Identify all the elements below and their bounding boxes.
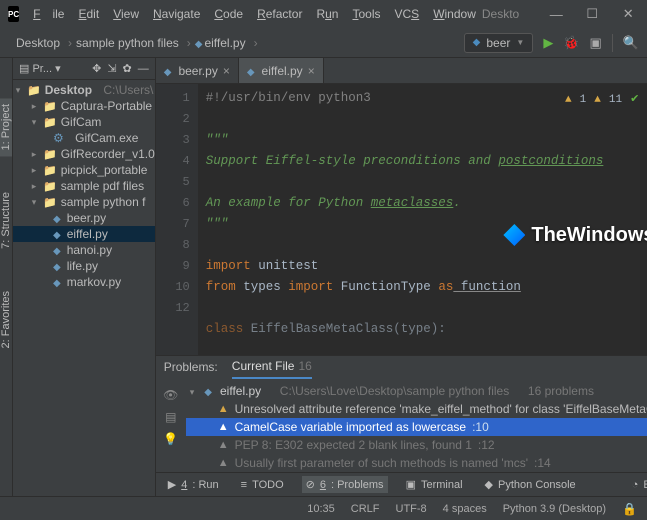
tree-folder[interactable]: sample python f bbox=[61, 195, 146, 209]
tool-problems[interactable]: ⊘ 6: Problems bbox=[302, 476, 388, 493]
tree-folder[interactable]: sample pdf files bbox=[61, 179, 144, 193]
problem-row[interactable]: ▲CamelCase variable imported as lowercas… bbox=[186, 418, 647, 436]
file-encoding[interactable]: UTF-8 bbox=[396, 503, 427, 515]
inspections-widget[interactable]: ▲1 ▲11 ✔4 ⌃ ⌄ bbox=[561, 88, 647, 113]
project-tree[interactable]: ▾Desktop C:\Users\ ▸Captura-Portable ▾Gi… bbox=[13, 80, 155, 496]
eye-icon[interactable]: 👁 bbox=[163, 388, 178, 402]
tool-window-project[interactable]: 1: Project bbox=[0, 98, 12, 156]
tree-folder[interactable]: GifRecorder_v1.0 bbox=[61, 147, 155, 161]
menu-vcs[interactable]: VCS bbox=[389, 4, 426, 24]
run-button[interactable]: ▶ bbox=[543, 35, 553, 51]
close-button[interactable]: ✕ bbox=[615, 6, 641, 22]
tree-folder[interactable]: picpick_portable bbox=[61, 163, 148, 177]
menu-code[interactable]: Code bbox=[208, 4, 249, 24]
chevron-down-icon: ▼ bbox=[516, 38, 524, 47]
tool-todo[interactable]: ≡ TODO bbox=[237, 477, 288, 493]
caret-position[interactable]: 10:35 bbox=[307, 503, 335, 515]
problems-list[interactable]: eiffel.py C:\Users\Love\Desktop\sample p… bbox=[186, 382, 647, 472]
tree-file[interactable]: eiffel.py bbox=[67, 227, 108, 241]
problem-row[interactable]: ▲PEP 8: E302 expected 2 blank lines, fou… bbox=[186, 436, 647, 454]
project-toolbar: ▤ Pr... ▾ ✥ ⇲ ✿ — bbox=[13, 58, 155, 80]
menu-window[interactable]: Window bbox=[427, 4, 482, 24]
main-menu: File Edit View Navigate Code Refactor Ru… bbox=[27, 4, 482, 24]
editor-tab[interactable]: beer.py× bbox=[156, 58, 239, 83]
gear-icon[interactable]: ✿ bbox=[123, 62, 132, 75]
app-logo-icon: PC bbox=[8, 6, 19, 22]
watermark: TheWindowsClub bbox=[503, 224, 647, 246]
status-bar: 10:35 CRLF UTF-8 4 spaces Python 3.9 (De… bbox=[0, 496, 647, 520]
close-icon[interactable]: × bbox=[223, 64, 230, 78]
editor-body[interactable]: 1234567891012 #!/usr/bin/env python3 """… bbox=[156, 84, 647, 355]
tab-current-file[interactable]: Current File16 bbox=[232, 359, 312, 379]
tab-project-errors[interactable]: Problems: bbox=[164, 360, 218, 378]
tool-event-log[interactable]: ◔ Event Log bbox=[628, 477, 647, 493]
run-configuration-selector[interactable]: ◆ beer ▼ bbox=[464, 33, 534, 53]
main-area: 1: Project 7: Structure 2: Favorites ▤ P… bbox=[0, 58, 647, 496]
bottom-tool-stripe: ▶ 4: Run ≡ TODO ⊘ 6: Problems ▣ Terminal… bbox=[156, 472, 647, 496]
maximize-button[interactable]: ☐ bbox=[579, 6, 605, 22]
tree-file[interactable]: markov.py bbox=[67, 275, 121, 289]
debug-button[interactable]: 🐞 bbox=[563, 35, 579, 51]
window-title: Deskto bbox=[482, 7, 519, 21]
left-tool-stripe: 1: Project 7: Structure 2: Favorites bbox=[0, 58, 13, 496]
hide-icon[interactable]: — bbox=[138, 63, 149, 75]
separator bbox=[612, 34, 613, 52]
problem-row[interactable]: ▲Usually first parameter of such methods… bbox=[186, 454, 647, 472]
error-icon: ▲ bbox=[565, 90, 572, 111]
tree-file[interactable]: hanoi.py bbox=[67, 243, 112, 257]
indent-settings[interactable]: 4 spaces bbox=[443, 503, 487, 515]
locate-icon[interactable]: ✥ bbox=[92, 62, 101, 75]
line-separator[interactable]: CRLF bbox=[351, 503, 380, 515]
check-icon: ✔ bbox=[630, 90, 639, 111]
tool-terminal[interactable]: ▣ Terminal bbox=[402, 476, 467, 493]
editor-area: beer.py× eiffel.py× 1234567891012 #!/usr… bbox=[156, 58, 647, 496]
problems-tabs: Problems: Current File16 ⚙ — bbox=[156, 356, 647, 382]
tool-window-favorites[interactable]: 2: Favorites bbox=[0, 285, 12, 354]
menu-navigate[interactable]: Navigate bbox=[147, 4, 206, 24]
python-icon: ◆ bbox=[473, 37, 481, 48]
tree-file[interactable]: GifCam.exe bbox=[75, 131, 138, 145]
project-panel: ▤ Pr... ▾ ✥ ⇲ ✿ — ▾Desktop C:\Users\ ▸Ca… bbox=[13, 58, 156, 496]
titlebar: PC File Edit View Navigate Code Refactor… bbox=[0, 0, 647, 28]
watermark-logo-icon bbox=[503, 224, 525, 246]
lock-icon[interactable]: 🔒 bbox=[622, 502, 637, 516]
tree-root[interactable]: Desktop bbox=[45, 83, 92, 97]
run-config-name: beer bbox=[486, 36, 510, 50]
tree-file[interactable]: life.py bbox=[67, 259, 98, 273]
minimize-button[interactable]: ― bbox=[543, 7, 569, 22]
tool-window-structure[interactable]: 7: Structure bbox=[0, 186, 12, 255]
tool-python-console[interactable]: ◆ Python Console bbox=[481, 476, 580, 493]
editor-tabs: beer.py× eiffel.py× bbox=[156, 58, 647, 84]
menu-run[interactable]: Run bbox=[310, 4, 344, 24]
tree-folder[interactable]: GifCam bbox=[61, 115, 102, 129]
project-view-selector[interactable]: ▤ Pr... ▾ bbox=[19, 62, 61, 75]
breadcrumb[interactable]: Desktop bbox=[8, 33, 68, 53]
editor-tab[interactable]: eiffel.py× bbox=[239, 58, 324, 83]
bulb-icon[interactable]: 💡 bbox=[163, 432, 178, 446]
tool-run[interactable]: ▶ 4: Run bbox=[164, 476, 223, 493]
breadcrumb[interactable]: sample python files bbox=[68, 33, 187, 53]
tree-file[interactable]: beer.py bbox=[67, 211, 106, 225]
gutter: 1234567891012 bbox=[156, 84, 198, 355]
menu-refactor[interactable]: Refactor bbox=[251, 4, 308, 24]
code-area[interactable]: #!/usr/bin/env python3 """ Support Eiffe… bbox=[198, 84, 647, 355]
menu-tools[interactable]: Tools bbox=[346, 4, 386, 24]
navigation-bar: Desktop sample python files eiffel.py ◆ … bbox=[0, 28, 647, 58]
breadcrumb[interactable]: eiffel.py bbox=[187, 33, 254, 53]
problem-row[interactable]: ▲Unresolved attribute reference 'make_ei… bbox=[186, 400, 647, 418]
tree-folder[interactable]: Captura-Portable bbox=[61, 99, 152, 113]
interpreter[interactable]: Python 3.9 (Desktop) bbox=[503, 503, 606, 515]
menu-file[interactable]: File bbox=[27, 4, 70, 24]
warning-icon: ▲ bbox=[594, 90, 601, 111]
close-icon[interactable]: × bbox=[308, 64, 315, 78]
problems-toolbar: 👁 ▤ 💡 bbox=[156, 382, 186, 472]
menu-view[interactable]: View bbox=[107, 4, 145, 24]
search-everywhere-button[interactable]: 🔍 bbox=[623, 35, 639, 51]
collapse-icon[interactable]: ⇲ bbox=[107, 62, 116, 75]
run-with-coverage-button[interactable]: ▣ bbox=[590, 35, 602, 51]
filter-icon[interactable]: ▤ bbox=[165, 410, 176, 424]
menu-edit[interactable]: Edit bbox=[72, 4, 105, 24]
problems-panel: Problems: Current File16 ⚙ — 👁 ▤ 💡 eiffe… bbox=[156, 355, 647, 472]
